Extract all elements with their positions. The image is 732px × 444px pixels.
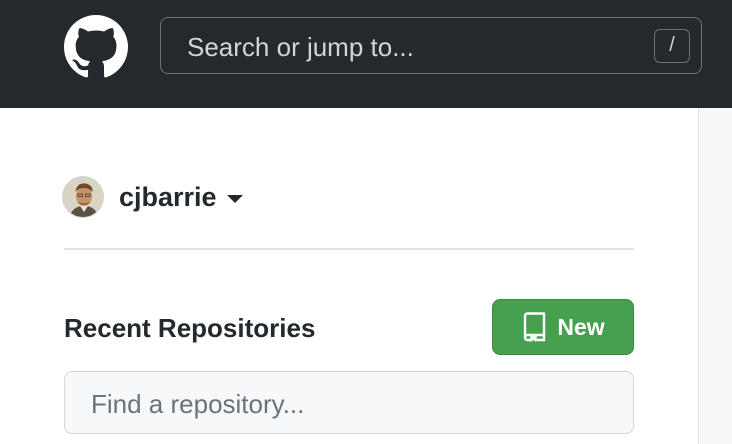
new-repository-button[interactable]: New bbox=[492, 299, 634, 355]
username: cjbarrie bbox=[119, 182, 217, 212]
right-sidebar bbox=[698, 108, 732, 444]
new-button-label: New bbox=[557, 313, 605, 340]
find-repository-input[interactable]: Find a repository... bbox=[64, 371, 634, 434]
chevron-down-icon bbox=[226, 195, 243, 203]
top-header: Search or jump to... / bbox=[0, 0, 732, 108]
avatar-image bbox=[63, 177, 103, 217]
user-avatar bbox=[62, 176, 104, 218]
find-repository-placeholder: Find a repository... bbox=[91, 389, 305, 419]
repo-book-icon bbox=[524, 312, 546, 342]
account-switcher[interactable]: cjbarrie bbox=[62, 175, 243, 219]
recent-repositories-heading: Recent Repositories bbox=[64, 313, 316, 343]
search-input[interactable]: Search or jump to... / bbox=[160, 17, 702, 74]
github-logo-icon[interactable] bbox=[64, 15, 128, 79]
divider bbox=[64, 248, 634, 250]
github-dashboard: Search or jump to... / cjbarrie Recent R… bbox=[0, 0, 732, 444]
search-shortcut-key: / bbox=[654, 29, 690, 63]
search-placeholder: Search or jump to... bbox=[187, 32, 414, 62]
